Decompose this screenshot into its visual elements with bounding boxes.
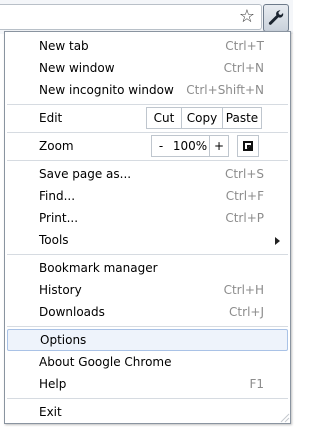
menu-item-label: Tools [39,233,69,247]
menu-item-label: New tab [39,39,89,53]
shortcut-label: Ctrl+T [225,39,264,53]
menu-item-find[interactable]: Find... Ctrl+F [5,185,290,207]
menu-item-label: Print... [39,211,79,225]
zoom-label: Zoom [39,139,74,153]
menu-item-label: Save page as... [39,167,132,181]
menu-item-history[interactable]: History Ctrl+H [5,279,290,301]
shortcut-label: Ctrl+N [223,61,264,75]
menu-separator [7,254,288,255]
menu-row-edit: Edit Cut Copy Paste [5,105,290,131]
shortcut-label: Ctrl+J [229,305,264,319]
resize-grip-icon [280,413,290,423]
chrome-menu: New tab Ctrl+T New window Ctrl+N New inc… [4,31,291,424]
menu-item-label: Find... [39,189,76,203]
shortcut-label: Ctrl+S [224,167,264,181]
copy-button[interactable]: Copy [181,107,223,129]
menu-item-label: Bookmark manager [39,261,158,275]
paste-button[interactable]: Paste [222,107,262,129]
edit-label: Edit [39,111,63,125]
menu-item-label: About Google Chrome [39,355,172,369]
wrench-icon [268,10,284,25]
menu-item-new-window[interactable]: New window Ctrl+N [5,57,290,79]
zoom-out-button[interactable]: - [151,135,171,157]
menu-item-label: History [39,283,82,297]
menu-item-label: Exit [39,405,62,419]
menu-item-bookmark-manager[interactable]: Bookmark manager [5,257,290,279]
shortcut-label: Ctrl+P [225,211,264,225]
menu-separator [7,160,288,161]
shortcut-label: F1 [249,377,264,391]
menu-item-label: New window [39,61,115,75]
menu-item-help[interactable]: Help F1 [5,373,290,395]
menu-item-new-incognito-window[interactable]: New incognito window Ctrl+Shift+N [5,79,290,101]
star-icon[interactable]: ☆ [239,7,255,27]
menu-item-label: Options [40,333,87,347]
submenu-arrow-icon [275,237,280,245]
menu-row-zoom: Zoom - 100% + [5,133,290,159]
menu-separator [7,326,288,327]
zoom-level: 100% [170,135,210,157]
wrench-menu-button[interactable] [263,4,289,32]
menu-item-tools[interactable]: Tools [5,229,290,251]
menu-item-label: New incognito window [39,83,174,97]
menu-item-label: Help [39,377,67,391]
menu-item-new-tab[interactable]: New tab Ctrl+T [5,35,290,57]
menu-item-downloads[interactable]: Downloads Ctrl+J [5,301,290,323]
cut-button[interactable]: Cut [146,107,182,129]
menu-item-label: Downloads [39,305,105,319]
menu-item-about-google-chrome[interactable]: About Google Chrome [5,351,290,373]
shortcut-label: Ctrl+Shift+N [186,83,264,97]
shortcut-label: Ctrl+F [225,189,264,203]
menu-item-options[interactable]: Options [7,329,288,351]
menu-separator [7,398,288,399]
shortcut-label: Ctrl+H [223,283,264,297]
omnibox[interactable]: ☆ [0,4,262,30]
fullscreen-icon [243,141,253,151]
zoom-in-button[interactable]: + [209,135,229,157]
menu-item-print[interactable]: Print... Ctrl+P [5,207,290,229]
fullscreen-button[interactable] [237,135,259,157]
menu-item-exit[interactable]: Exit [5,401,290,423]
menu-item-save-page-as[interactable]: Save page as... Ctrl+S [5,163,290,185]
browser-toolbar: ☆ [0,0,293,34]
